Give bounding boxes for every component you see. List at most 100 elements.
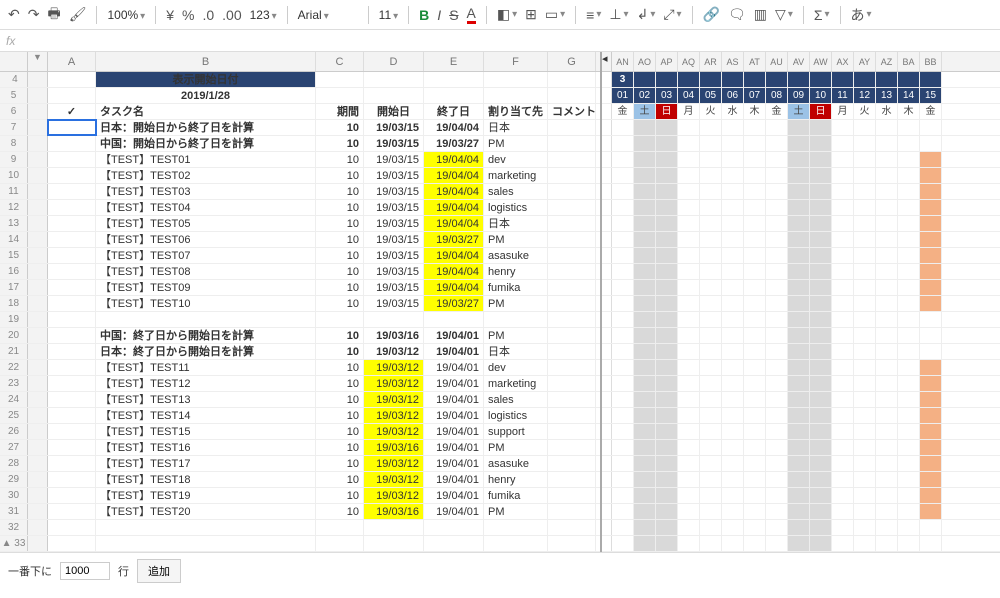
gantt-cell[interactable] [634,424,656,439]
gantt-cell[interactable] [876,184,898,199]
row-header[interactable]: 11 [0,184,28,199]
link-button[interactable]: 🔗 [703,6,720,23]
gantt-cell[interactable] [788,520,810,535]
gantt-cell[interactable] [854,312,876,327]
gantt-cell[interactable] [766,264,788,279]
task-cell[interactable]: 【TEST】TEST11 [96,360,316,375]
gantt-cell[interactable] [788,488,810,503]
gantt-cell[interactable] [898,120,920,135]
gantt-cell[interactable] [854,344,876,359]
gantt-cell[interactable] [832,456,854,471]
gantt-cell[interactable] [832,168,854,183]
gantt-cell[interactable] [700,424,722,439]
gantt-cell[interactable] [898,168,920,183]
comment-cell[interactable] [548,280,596,295]
gantt-cell[interactable] [678,168,700,183]
gantt-cell[interactable] [876,264,898,279]
end-date-cell[interactable]: 19/04/04 [424,184,484,199]
gantt-cell[interactable] [656,232,678,247]
gantt-cell[interactable] [810,120,832,135]
cell[interactable] [48,376,96,391]
gantt-cell[interactable] [854,424,876,439]
cell[interactable] [48,424,96,439]
gantt-cell[interactable] [744,408,766,423]
gantt-cell[interactable] [634,392,656,407]
task-cell[interactable]: 【TEST】TEST09 [96,280,316,295]
gantt-cell[interactable] [700,456,722,471]
gantt-cell[interactable] [920,136,942,151]
period-cell[interactable]: 10 [316,488,364,503]
period-cell[interactable]: 10 [316,472,364,487]
gantt-cell[interactable] [810,360,832,375]
gantt-cell[interactable] [678,120,700,135]
gantt-cell[interactable] [700,296,722,311]
gantt-cell[interactable] [656,216,678,231]
gantt-cell[interactable] [920,168,942,183]
gantt-cell[interactable] [612,344,634,359]
gantt-cell[interactable] [678,440,700,455]
group-collapse-handle[interactable]: ▼ [28,52,48,71]
row-header[interactable]: 32 [0,520,28,535]
undo-icon[interactable]: ↶ [8,6,20,23]
gantt-cell[interactable] [656,296,678,311]
gantt-cell[interactable] [898,376,920,391]
gantt-cell[interactable] [656,264,678,279]
start-date-cell[interactable]: 19/03/16 [364,328,424,343]
start-date-cell[interactable]: 19/03/15 [364,296,424,311]
gantt-cell[interactable] [810,520,832,535]
gantt-cell[interactable] [634,360,656,375]
gantt-cell[interactable] [634,328,656,343]
h-align-button[interactable]: ≡▾ [586,7,601,23]
gantt-cell[interactable] [634,152,656,167]
gantt-cell[interactable] [876,440,898,455]
comment-cell[interactable] [548,360,596,375]
col-header[interactable]: AT [744,52,766,71]
gantt-cell[interactable] [810,328,832,343]
gantt-cell[interactable] [722,472,744,487]
gantt-cell[interactable] [788,152,810,167]
row-header[interactable]: 22 [0,360,28,375]
gantt-cell[interactable] [700,200,722,215]
gantt-cell[interactable] [854,504,876,519]
assign-cell[interactable]: PM [484,328,548,343]
gantt-cell[interactable] [854,520,876,535]
gantt-cell[interactable] [920,360,942,375]
gantt-cell[interactable] [722,168,744,183]
gantt-cell[interactable] [788,248,810,263]
period-cell[interactable]: 10 [316,456,364,471]
period-cell[interactable]: 10 [316,392,364,407]
gantt-cell[interactable] [810,264,832,279]
gantt-cell[interactable] [854,408,876,423]
gantt-cell[interactable] [744,216,766,231]
end-date-cell[interactable]: 19/04/01 [424,408,484,423]
gantt-cell[interactable] [722,376,744,391]
period-cell[interactable]: 10 [316,280,364,295]
gantt-cell[interactable] [832,296,854,311]
gantt-cell[interactable] [766,472,788,487]
borders-button[interactable]: ⊞ [525,6,537,23]
gantt-cell[interactable] [920,504,942,519]
period-cell[interactable]: 10 [316,264,364,279]
add-rows-button[interactable]: 追加 [137,559,181,583]
end-date-cell[interactable]: 19/04/01 [424,360,484,375]
gantt-cell[interactable] [678,376,700,391]
period-cell[interactable]: 10 [316,344,364,359]
gantt-cell[interactable] [634,200,656,215]
gantt-cell[interactable] [744,136,766,151]
assign-cell[interactable]: henry [484,472,548,487]
comment-cell[interactable] [548,296,596,311]
comment-cell[interactable] [548,200,596,215]
gantt-cell[interactable] [656,152,678,167]
gantt-cell[interactable] [832,440,854,455]
merge-button[interactable]: ▭▾ [545,6,565,23]
comment-cell[interactable] [548,408,596,423]
gantt-cell[interactable] [898,136,920,151]
col-header[interactable]: C [316,52,364,71]
gantt-cell[interactable] [722,264,744,279]
gantt-cell[interactable] [766,440,788,455]
gantt-cell[interactable] [656,536,678,551]
gantt-cell[interactable] [788,392,810,407]
col-header[interactable]: F [484,52,548,71]
gantt-cell[interactable] [678,264,700,279]
gantt-cell[interactable] [700,248,722,263]
